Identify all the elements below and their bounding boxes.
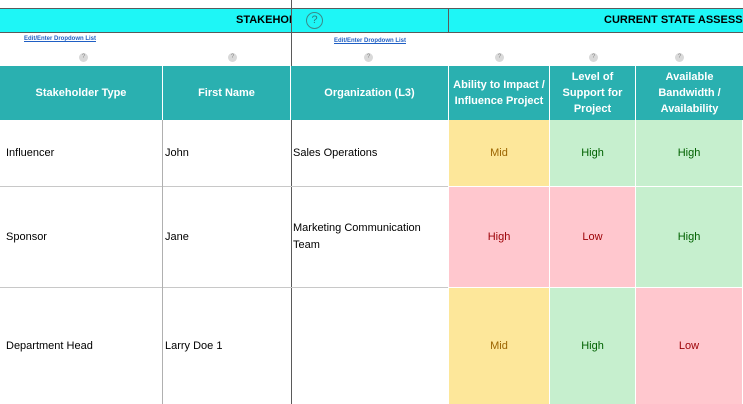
table-cell-first-name[interactable]: Jane xyxy=(163,187,291,288)
table-cell-support[interactable]: High xyxy=(550,120,636,187)
table-cell-organization[interactable] xyxy=(291,288,449,404)
column-help-icon[interactable]: ? xyxy=(495,53,504,62)
table-cell-impact[interactable]: High xyxy=(449,187,550,288)
column-help-icon[interactable]: ? xyxy=(228,53,237,62)
column-divider xyxy=(448,120,449,404)
header-available-bandwidth[interactable]: Available Bandwidth / Availability xyxy=(636,66,743,120)
header-level-of-support[interactable]: Level of Support for Project xyxy=(550,66,636,120)
table-cell-type[interactable]: Influencer xyxy=(0,120,163,187)
stakeholder-section-title: STAKEHOLD xyxy=(236,14,291,26)
table-cell-organization[interactable]: Sales Operations xyxy=(291,120,449,187)
edit-dropdown-link[interactable]: Edit/Enter Dropdown List xyxy=(334,38,406,44)
table-cell-bandwidth[interactable]: High xyxy=(636,187,743,288)
table-cell-type[interactable]: Department Head xyxy=(0,288,163,404)
table-cell-first-name[interactable]: John xyxy=(163,120,291,187)
table-cell-bandwidth[interactable]: Low xyxy=(636,288,743,404)
table-cell-organization[interactable]: Marketing Communication Team xyxy=(291,187,449,288)
help-icon[interactable]: ? xyxy=(306,12,323,29)
header-stakeholder-type[interactable]: Stakeholder Type xyxy=(0,66,163,120)
current-state-assessment-title: CURRENT STATE ASSESSM xyxy=(604,14,743,26)
edit-dropdown-link[interactable]: Edit/Enter Dropdown List xyxy=(24,36,96,42)
table-cell-impact[interactable]: Mid xyxy=(449,120,550,187)
table-cell-support[interactable]: High xyxy=(550,288,636,404)
table-cell-bandwidth[interactable]: High xyxy=(636,120,743,187)
column-help-icon[interactable]: ? xyxy=(364,53,373,62)
header-organization[interactable]: Organization (L3) xyxy=(291,66,449,120)
table-cell-first-name[interactable]: Larry Doe 1 xyxy=(163,288,291,404)
table-cell-support[interactable]: Low xyxy=(550,187,636,288)
column-help-icon[interactable]: ? xyxy=(675,53,684,62)
banner-divider-2 xyxy=(448,8,449,33)
column-divider xyxy=(162,120,163,404)
column-help-icon[interactable]: ? xyxy=(589,53,598,62)
table-cell-type[interactable]: Sponsor xyxy=(0,187,163,288)
header-ability-to-impact[interactable]: Ability to Impact / Influence Project xyxy=(449,66,550,120)
column-help-icon[interactable]: ? xyxy=(79,53,88,62)
header-first-name[interactable]: First Name xyxy=(163,66,291,120)
table-cell-impact[interactable]: Mid xyxy=(449,288,550,404)
